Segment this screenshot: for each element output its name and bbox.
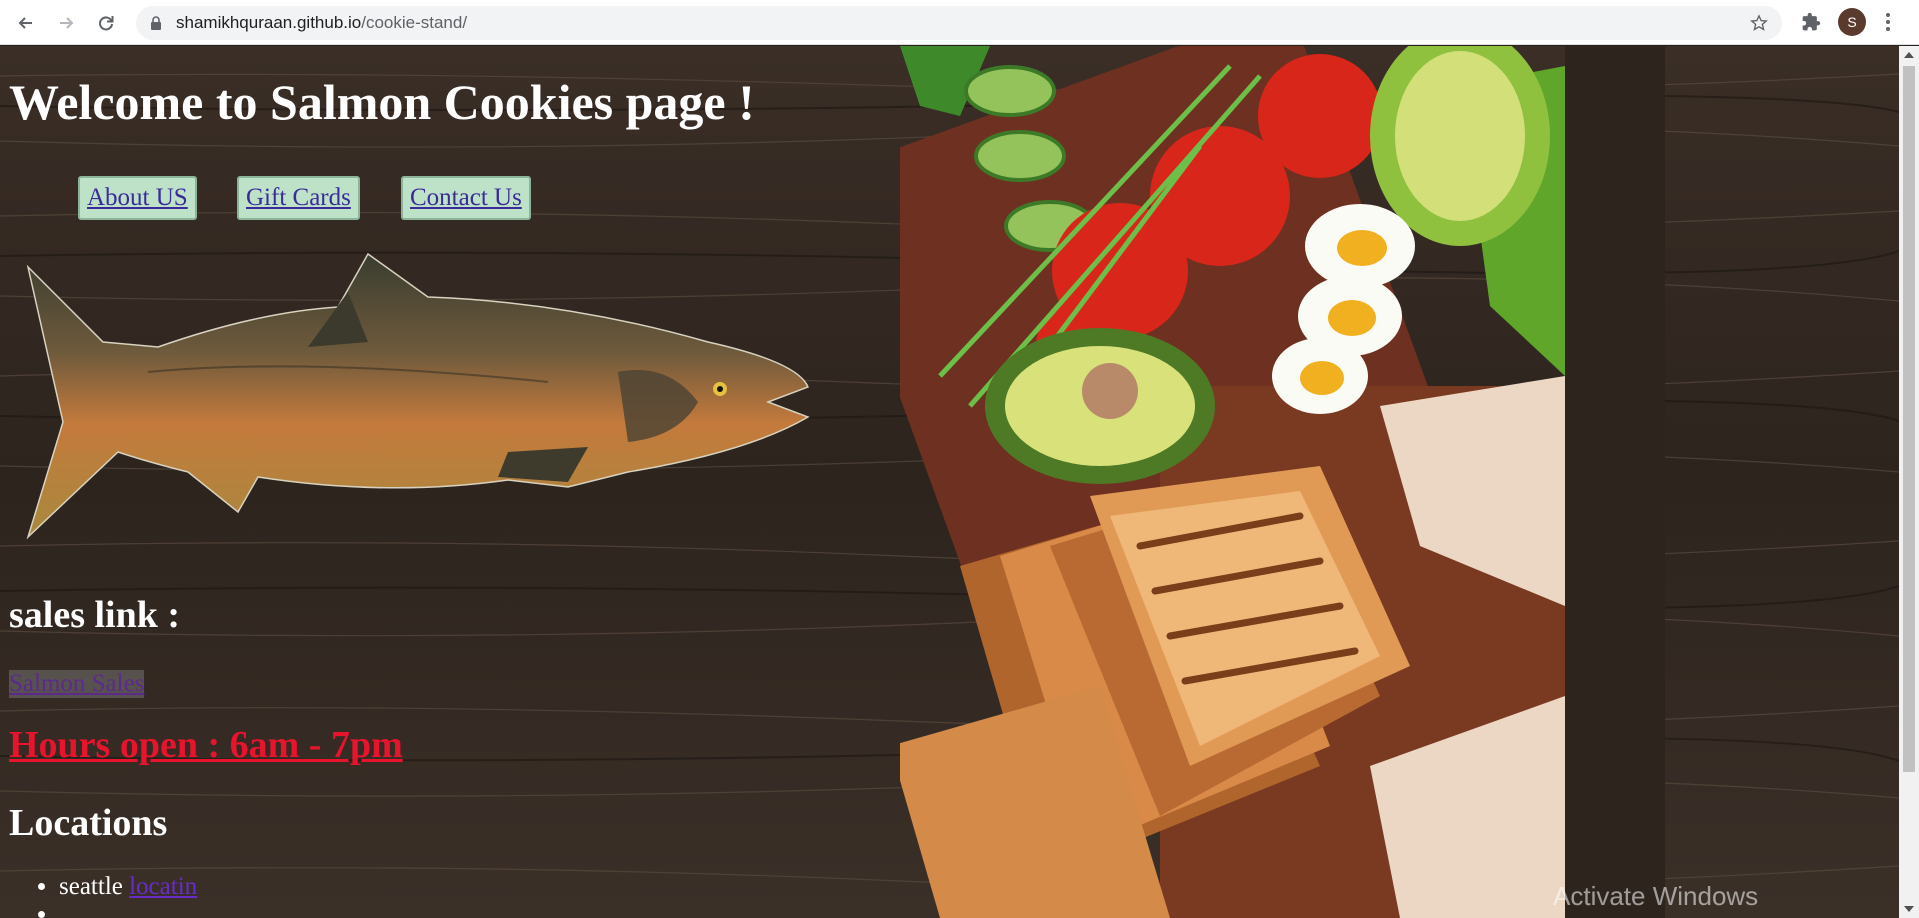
back-button[interactable] <box>12 9 40 37</box>
profile-avatar[interactable]: S <box>1838 8 1866 36</box>
lock-icon <box>151 16 161 30</box>
url-text: shamikhquraan.github.io/cookie-stand/ <box>176 6 467 40</box>
menu-icon[interactable] <box>1885 12 1891 32</box>
nav-gift-cards-link[interactable]: Gift Cards <box>237 176 360 220</box>
scroll-up-arrow-icon[interactable] <box>1904 52 1914 58</box>
page-content: Welcome to Salmon Cookies page ! About U… <box>0 46 1899 918</box>
hours-heading: Hours open : 6am - 7pm <box>9 724 403 766</box>
sales-heading: sales link : <box>9 594 181 636</box>
extensions-icon[interactable] <box>1801 12 1821 32</box>
location-item: seattle locatin <box>59 873 197 901</box>
url-path: /cookie-stand/ <box>361 13 468 32</box>
star-icon[interactable] <box>1750 14 1768 32</box>
page-viewport: Welcome to Salmon Cookies page ! About U… <box>0 46 1899 918</box>
forward-icon <box>60 17 74 29</box>
nav-contact-us-link[interactable]: Contact Us <box>401 176 531 220</box>
location-link[interactable]: locatin <box>129 873 197 900</box>
activate-windows-watermark: Activate Windows <box>1553 881 1759 911</box>
url-host: shamikhquraan.github.io <box>176 13 362 32</box>
scroll-down-arrow-icon[interactable] <box>1904 906 1914 912</box>
reload-icon <box>99 16 114 31</box>
reload-button[interactable] <box>92 9 120 37</box>
locations-list: seattle locatin <box>0 873 197 918</box>
nav-about-us-link[interactable]: About US <box>78 176 197 220</box>
forward-button[interactable] <box>52 9 80 37</box>
salmon-sales-link[interactable]: Salmon Sales <box>9 670 145 698</box>
location-name: seattle <box>59 873 123 900</box>
page-scrollbar[interactable] <box>1899 46 1919 918</box>
address-bar[interactable]: shamikhquraan.github.io/cookie-stand/ <box>136 6 1782 40</box>
location-item <box>59 901 197 918</box>
back-icon <box>18 17 32 29</box>
locations-heading: Locations <box>9 802 168 844</box>
page-title: Welcome to Salmon Cookies page ! <box>9 74 755 130</box>
browser-toolbar: shamikhquraan.github.io/cookie-stand/ S <box>0 0 1919 45</box>
scroll-thumb[interactable] <box>1903 66 1915 772</box>
